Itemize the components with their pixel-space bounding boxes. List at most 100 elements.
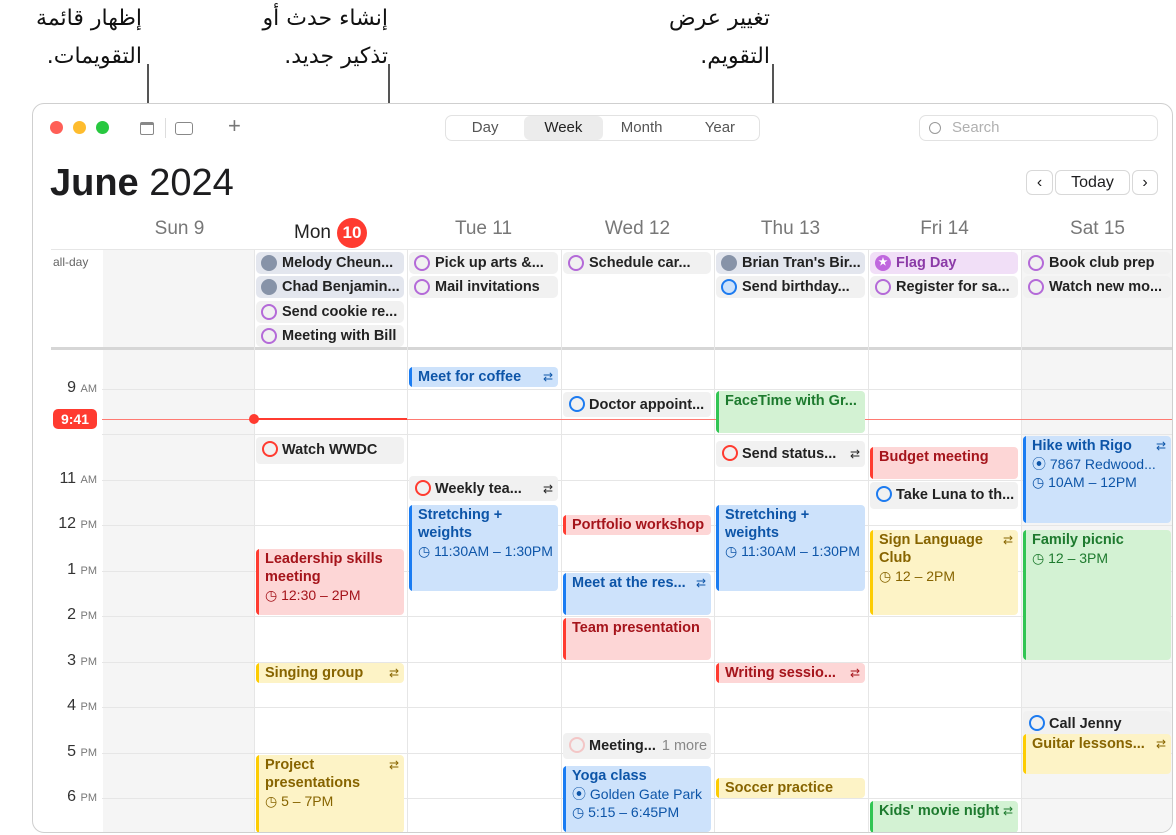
- ampm: PM: [80, 747, 98, 759]
- allday-event[interactable]: Send birthday...: [716, 276, 865, 299]
- day-header[interactable]: Sat 15: [1021, 218, 1172, 240]
- view-month[interactable]: Month: [603, 116, 681, 140]
- event-title: Doctor appoint...: [589, 397, 705, 413]
- allday-event[interactable]: ★ Flag Day: [870, 252, 1018, 274]
- calendar-event[interactable]: Meet at the res... ⇄: [563, 573, 711, 615]
- callout-calendar-list: إظهار قائمة التقويمات.: [36, 6, 142, 69]
- event-title: Singing group: [265, 665, 364, 681]
- allday-event[interactable]: Register for sa...: [870, 276, 1018, 299]
- view-year[interactable]: Year: [681, 116, 759, 140]
- reminder[interactable]: Weekly tea... ⇄: [409, 476, 558, 501]
- gift-icon: [261, 279, 277, 296]
- minimize-button[interactable]: [73, 121, 86, 134]
- today-badge: 10: [336, 218, 367, 248]
- event-title: Portfolio workshop: [572, 517, 705, 533]
- hour: 2: [67, 606, 77, 623]
- reminder[interactable]: Meeting... 1 more: [563, 733, 711, 759]
- event-title: Send status...: [742, 446, 837, 462]
- event-location: ⦿ Golden Gate Park: [572, 786, 702, 802]
- calendar-event[interactable]: Guitar lessons... ⇄: [1023, 734, 1171, 774]
- day-label: Fri 14: [920, 218, 969, 239]
- view-week[interactable]: Week: [524, 116, 603, 140]
- calendar-event[interactable]: Budget meeting: [870, 447, 1018, 479]
- allday-event[interactable]: Mail invitations: [409, 276, 558, 299]
- calendar-event[interactable]: Team presentation: [563, 618, 711, 660]
- event-title: Guitar lessons...: [1032, 736, 1145, 752]
- hour: 3: [67, 652, 77, 669]
- more-label[interactable]: 1 more: [662, 738, 707, 754]
- reminder[interactable]: Call Jenny: [1023, 711, 1171, 736]
- reminder[interactable]: Take Luna to th...: [870, 482, 1018, 509]
- calendar-event[interactable]: FaceTime with Gr...: [716, 391, 865, 433]
- zoom-button[interactable]: [96, 121, 109, 134]
- calendar-event[interactable]: Family picnic ◷ 12 – 3PM: [1023, 530, 1171, 660]
- allday-event[interactable]: Book club prep: [1023, 252, 1171, 274]
- calendar-event[interactable]: Leadership skills meeting ◷ 12:30 – 2PM: [256, 549, 404, 615]
- allday-event[interactable]: Send cookie re...: [256, 300, 404, 323]
- allday-event[interactable]: Schedule car...: [563, 252, 711, 274]
- calendar-event[interactable]: Stretching + weights ◷ 11:30AM – 1:30PM: [409, 505, 558, 591]
- close-button[interactable]: [50, 121, 63, 134]
- clock-icon: ◷: [265, 793, 282, 809]
- next-week-button[interactable]: ›: [1132, 170, 1158, 195]
- current-time-dot: [249, 414, 259, 424]
- clock-icon: ◷: [1032, 474, 1049, 490]
- hour: 5: [67, 743, 77, 760]
- inbox-icon[interactable]: [175, 122, 193, 135]
- reminder-circle-icon: [569, 396, 585, 412]
- view-day[interactable]: Day: [446, 116, 524, 140]
- allday-event[interactable]: Chad Benjamin...: [256, 276, 404, 299]
- clock-icon: ◷: [1032, 550, 1049, 566]
- allday-event[interactable]: Watch new mo...: [1023, 276, 1171, 299]
- day-header[interactable]: Sun 9: [103, 218, 256, 240]
- allday-event[interactable]: Brian Tran's Bir...: [716, 252, 865, 274]
- calendar-event[interactable]: Yoga class ⦿ Golden Gate Park ◷ 5:15 – 6:4…: [563, 766, 711, 832]
- allday-event[interactable]: Melody Cheun...: [256, 252, 404, 274]
- calendar-event[interactable]: Sign Language Club ◷ 12 – 2PM ⇄: [870, 530, 1018, 615]
- event-title: Mail invitations: [435, 279, 540, 296]
- calendar-event[interactable]: Meet for coffee ⇄: [409, 367, 558, 387]
- calendar-event[interactable]: Project presentations ◷ 5 – 7PM ⇄: [256, 755, 404, 832]
- hour: 1: [67, 561, 77, 578]
- allday-event[interactable]: Pick up arts &...: [409, 252, 558, 274]
- reminder[interactable]: Watch WWDC: [256, 437, 404, 464]
- hour: 9: [67, 379, 77, 396]
- ampm: PM: [80, 519, 98, 531]
- allday-event[interactable]: Meeting with Bill: [256, 324, 404, 347]
- today-button[interactable]: Today: [1055, 170, 1130, 195]
- day-header[interactable]: Mon 10: [254, 218, 407, 248]
- event-title: Pick up arts &...: [435, 255, 544, 271]
- ampm: AM: [80, 383, 98, 395]
- calendar-event[interactable]: Writing sessio... ⇄: [716, 663, 865, 683]
- reminder[interactable]: Doctor appoint...: [563, 392, 711, 417]
- day-label: Thu 13: [760, 218, 821, 239]
- calendar-event[interactable]: Kids' movie night ⇄: [870, 801, 1018, 832]
- calendar-event[interactable]: Hike with Rigo ⦿ 7867 Redwood... ◷ 10AM – …: [1023, 436, 1171, 523]
- event-time: ◷ 12 – 3PM: [1032, 550, 1109, 566]
- add-event-button[interactable]: +: [228, 113, 241, 139]
- event-title: Melody Cheun...: [282, 255, 394, 271]
- day-header[interactable]: Thu 13: [714, 218, 867, 240]
- column-divider: [868, 249, 869, 832]
- reminder[interactable]: Send status... ⇄: [716, 441, 865, 467]
- day-header[interactable]: Wed 12: [561, 218, 714, 240]
- day-header[interactable]: Fri 14: [868, 218, 1021, 240]
- calendar-event[interactable]: Portfolio workshop: [563, 515, 711, 535]
- event-title: Sign Language Club: [879, 532, 983, 566]
- event-title: Send cookie re...: [282, 303, 398, 320]
- hour: 11: [59, 470, 77, 487]
- callout-new-event: إنشاء حدث أو تذكير جديد.: [262, 6, 389, 69]
- day-label: Sun 9: [154, 218, 205, 239]
- day-header[interactable]: Tue 11: [407, 218, 560, 240]
- hour-line: [102, 616, 1172, 617]
- reminder-circle-icon: [721, 279, 737, 296]
- calendar-event[interactable]: Singing group ⇄: [256, 663, 404, 683]
- search-input[interactable]: Search: [919, 115, 1158, 141]
- calendar-list-icon[interactable]: [140, 122, 154, 135]
- event-time: ◷ 5 – 7PM: [265, 793, 334, 809]
- calendar-event[interactable]: Stretching + weights ◷ 11:30AM – 1:30PM: [716, 505, 865, 591]
- calendar-event[interactable]: Soccer practice: [716, 778, 865, 798]
- allday-top-line: [51, 249, 1172, 250]
- column-divider: [561, 249, 562, 832]
- prev-week-button[interactable]: ‹: [1026, 170, 1053, 195]
